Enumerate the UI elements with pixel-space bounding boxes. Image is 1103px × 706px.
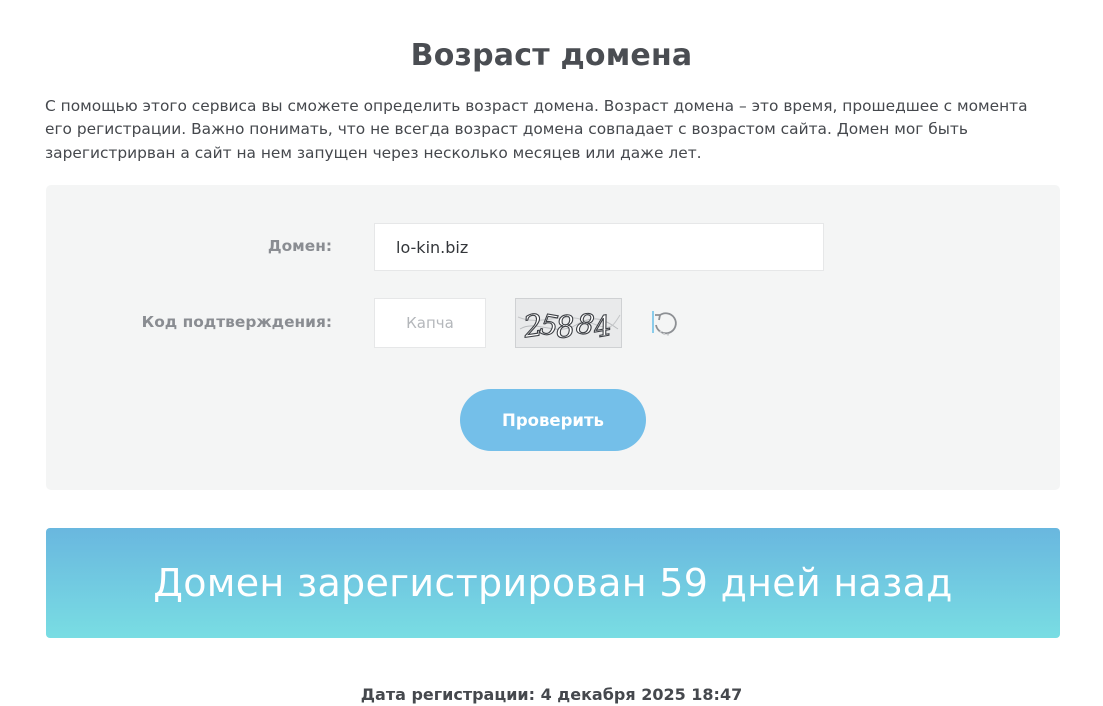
domain-age-form: Домен: Код подтверждения: 2 5 8 8 4 Пров…: [46, 185, 1060, 490]
registration-date: Дата регистрации: 4 декабря 2025 18:47: [360, 685, 743, 704]
captcha-image-graphic: 2 5 8 8 4: [516, 299, 621, 347]
result-headline: Домен зарегистрирован 59 дней назад: [153, 561, 953, 605]
domain-input[interactable]: [374, 223, 824, 271]
captcha-label: Код подтверждения:: [141, 313, 332, 331]
captcha-input[interactable]: [374, 298, 486, 348]
refresh-icon[interactable]: [649, 307, 681, 339]
page-description: С помощью этого сервиса вы сможете опред…: [45, 97, 1028, 162]
svg-text:8: 8: [554, 309, 576, 346]
captcha-image: 2 5 8 8 4: [515, 298, 622, 348]
check-button[interactable]: Проверить: [460, 389, 646, 451]
domain-label: Домен:: [267, 237, 332, 255]
result-banner: Домен зарегистрирован 59 дней назад: [46, 528, 1060, 638]
page-title: Возраст домена: [410, 38, 693, 74]
